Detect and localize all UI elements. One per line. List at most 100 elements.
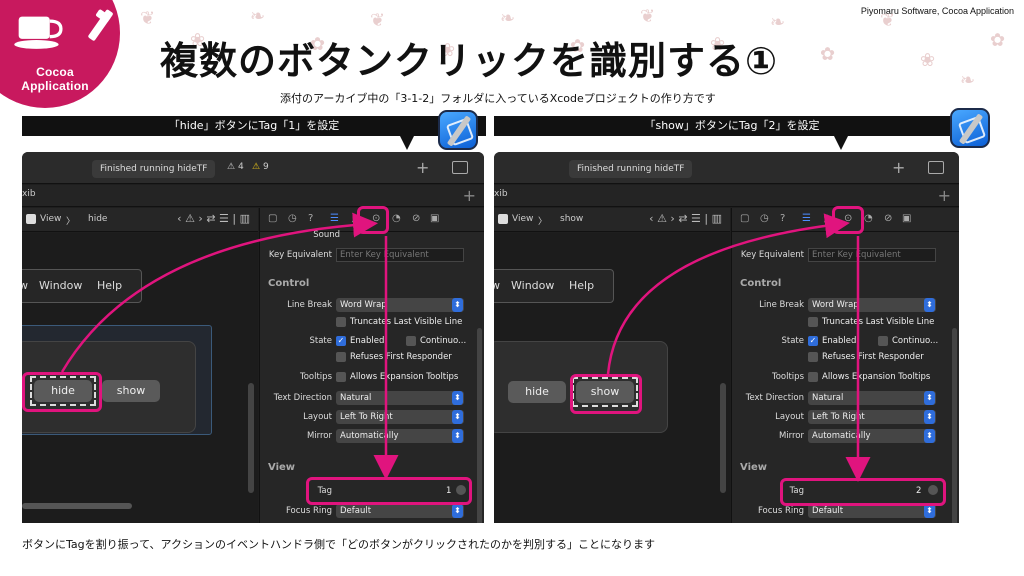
add-icon[interactable]: + (892, 158, 905, 177)
truncates-checkbox[interactable] (336, 317, 346, 327)
leaf-icon: ❧ (250, 6, 266, 27)
add-icon[interactable]: + (416, 158, 429, 177)
leaf-icon: ❧ (960, 70, 976, 91)
menu-item[interactable]: w (22, 279, 28, 292)
effects-inspector-icon[interactable]: ⊘ (884, 213, 892, 224)
menu-item-help[interactable]: Help (569, 279, 594, 292)
jump-bar-view[interactable]: View (40, 214, 61, 224)
tab-bar: xib + (22, 185, 484, 207)
line-break-popup[interactable]: Word Wrap (808, 298, 936, 312)
warning-count: 9 (262, 162, 269, 172)
file-inspector-icon[interactable]: ▢ (268, 213, 277, 224)
navigation-icons[interactable]: ‹ ⚠ › ⇄ ☰ | ▥ (649, 212, 722, 225)
key-equivalent-field[interactable]: Enter Key Equivalent (336, 248, 464, 262)
identity-inspector-icon[interactable]: ▣ (902, 213, 911, 224)
toolbar: Finished running hideTF ⚠ 4 ⚠ 9 + (22, 152, 484, 184)
refuses-label: Refuses First Responder (822, 352, 924, 362)
footer-note: ボタンにTagを割り振って、アクションのイベントハンドラ側で「どのボタンがクリッ… (22, 538, 655, 551)
mirror-popup[interactable]: Automatically (808, 429, 936, 443)
inspector-toggle-icon[interactable] (928, 161, 944, 174)
focus-ring-label: Focus Ring (757, 506, 804, 516)
size-inspector-icon[interactable]: ◮ (824, 213, 832, 224)
navigation-icons[interactable]: ‹ ⚠ › ⇄ ☰ | ▥ (177, 212, 250, 225)
key-equivalent-field[interactable]: Enter Key Equivalent (808, 248, 936, 262)
menu-bar-preview: w Window Help (494, 269, 614, 303)
refuses-checkbox[interactable] (808, 352, 818, 362)
state-label: State (781, 336, 805, 346)
show-button[interactable]: show (102, 380, 160, 402)
attributes-inspector-icon[interactable]: ☰ (330, 213, 339, 224)
show-button-highlight (570, 374, 642, 414)
inspector-scrollbar[interactable] (952, 328, 957, 523)
menu-item-window[interactable]: Window (511, 279, 554, 292)
history-inspector-icon[interactable]: ◷ (760, 213, 769, 224)
jump-bar-view[interactable]: View (512, 214, 533, 224)
attributes-inspector-icon[interactable]: ☰ (802, 213, 811, 224)
menu-bar-preview: w Window Help (22, 269, 142, 303)
line-break-label: Line Break (287, 300, 332, 310)
enabled-checkbox[interactable]: ✓ (336, 336, 346, 346)
warning-purple-icon[interactable]: ⚠ 4 (227, 162, 244, 172)
tools-icon (88, 9, 113, 41)
menu-item-help[interactable]: Help (97, 279, 122, 292)
jump-bar-item[interactable]: hide (88, 214, 107, 224)
checkbox-icon (26, 214, 36, 224)
continuous-checkbox[interactable] (406, 336, 416, 346)
line-break-label: Line Break (759, 300, 804, 310)
truncates-label: Truncates Last Visible Line (822, 317, 935, 327)
focus-ring-popup[interactable]: Default (808, 504, 936, 518)
line-break-popup[interactable]: Word Wrap (336, 298, 464, 312)
bindings-inspector-icon[interactable]: ◔ (864, 213, 873, 224)
page-title: 複数のボタンクリックを識別する① (160, 39, 779, 83)
vertical-scrollbar[interactable] (248, 383, 254, 493)
attributes-tab-highlight (832, 206, 864, 234)
file-inspector-icon[interactable]: ▢ (740, 213, 749, 224)
text-direction-popup[interactable]: Natural (336, 391, 464, 405)
inspector-toggle-icon[interactable] (452, 161, 468, 174)
refuses-checkbox[interactable] (336, 352, 346, 362)
bindings-inspector-icon[interactable]: ◔ (392, 213, 401, 224)
warning-yellow-icon[interactable]: ⚠ 9 (252, 162, 269, 172)
tab-xib[interactable]: xib (22, 189, 36, 199)
logo-text: Cocoa Application (21, 65, 89, 93)
tooltips-checkbox[interactable] (336, 372, 346, 382)
add-tab-icon[interactable]: + (463, 186, 476, 205)
effects-inspector-icon[interactable]: ⊘ (412, 213, 420, 224)
menu-item-window[interactable]: Window (39, 279, 82, 292)
tooltips-checkbox[interactable] (808, 372, 818, 382)
add-tab-icon[interactable]: + (938, 186, 951, 205)
xcode-screenshot-right: Finished running hideTF + xib + View 〉 s… (494, 152, 959, 523)
continuous-checkbox[interactable] (878, 336, 888, 346)
hide-button[interactable]: hide (508, 381, 566, 403)
horizontal-scrollbar[interactable] (22, 503, 132, 509)
mirror-label: Mirror (778, 431, 804, 441)
jump-bar-item[interactable]: show (560, 214, 583, 224)
focus-ring-popup[interactable]: Default (336, 504, 464, 518)
text-direction-label: Text Direction (745, 393, 804, 403)
truncates-checkbox[interactable] (808, 317, 818, 327)
help-inspector-icon[interactable]: ? (308, 213, 313, 224)
menu-item[interactable]: w (494, 279, 500, 292)
tooltips-label: Tooltips (299, 372, 332, 382)
vertical-scrollbar[interactable] (720, 383, 726, 493)
layout-popup[interactable]: Left To Right (336, 410, 464, 424)
chevron-right-icon: 〉 (66, 217, 76, 227)
tab-xib[interactable]: xib (494, 189, 508, 199)
view-section-header: View (268, 462, 296, 473)
tag-field-highlight (780, 478, 946, 506)
activity-status: Finished running hideTF (569, 160, 693, 178)
layout-popup[interactable]: Left To Right (808, 410, 936, 424)
identity-inspector-icon[interactable]: ▣ (430, 213, 439, 224)
tag-field-highlight (306, 477, 472, 505)
key-equivalent-label: Key Equivalent (268, 250, 332, 260)
sound-label: Sound (313, 230, 340, 240)
help-inspector-icon[interactable]: ? (780, 213, 785, 224)
mirror-popup[interactable]: Automatically (336, 429, 464, 443)
inspector-scrollbar[interactable] (477, 328, 482, 523)
history-inspector-icon[interactable]: ◷ (288, 213, 297, 224)
xcode-icon (438, 110, 478, 150)
caption-right: 「show」ボタンにTag「2」を設定 (494, 116, 970, 150)
enabled-checkbox[interactable]: ✓ (808, 336, 818, 346)
text-direction-popup[interactable]: Natural (808, 391, 936, 405)
truncates-label: Truncates Last Visible Line (350, 317, 463, 327)
